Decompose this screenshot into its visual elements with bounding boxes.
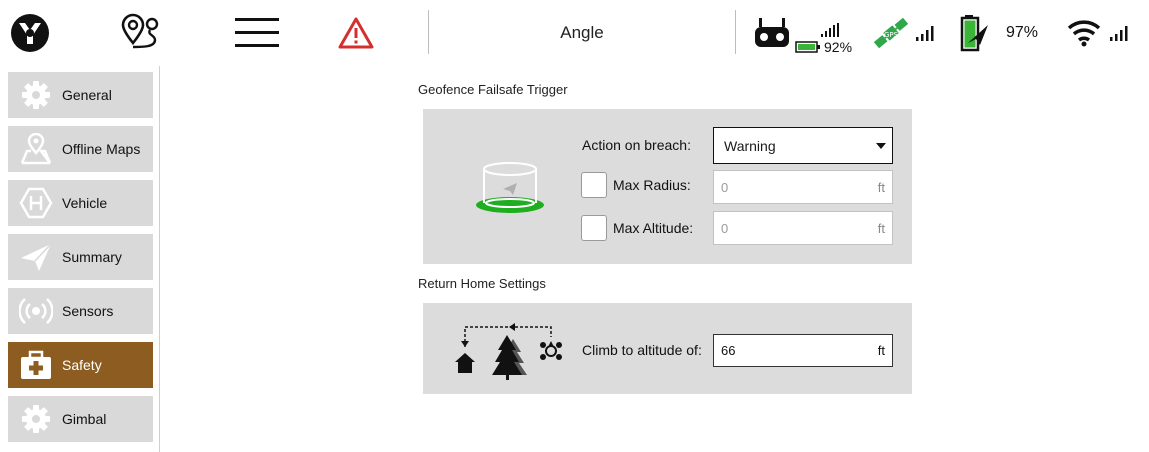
max-altitude-label: Max Altitude: — [613, 220, 694, 236]
first-aid-icon — [18, 347, 54, 383]
sidebar-item-safety[interactable]: Safety — [8, 342, 153, 388]
max-radius-checkbox[interactable] — [581, 172, 607, 198]
gear-icon — [18, 77, 54, 113]
return-home-section-title: Return Home Settings — [418, 276, 546, 291]
dropdown-caret-icon — [876, 142, 886, 149]
max-radius-field[interactable]: 0 ft — [713, 170, 893, 204]
route-pin-icon — [121, 13, 159, 49]
sidebar-divider — [159, 66, 160, 452]
max-altitude-checkbox[interactable] — [581, 215, 607, 241]
rc-status-group: 92% — [795, 0, 855, 66]
vehicle-battery-icon[interactable] — [958, 0, 992, 66]
warning-button[interactable] — [336, 0, 376, 66]
gear-icon — [18, 401, 54, 437]
toolbar-divider — [428, 10, 429, 54]
map-icon — [18, 131, 54, 167]
sidebar-item-summary[interactable]: Summary — [8, 234, 153, 280]
warning-triangle-icon — [338, 17, 374, 49]
sidebar-item-general[interactable]: General — [8, 72, 153, 118]
sensors-icon — [18, 293, 54, 329]
climb-altitude-label: Climb to altitude of: — [582, 342, 702, 358]
sidebar-item-sensors[interactable]: Sensors — [8, 288, 153, 334]
rc-battery-icon — [795, 41, 820, 53]
vehicle-icon — [18, 185, 54, 221]
vehicle-battery-percent-container: 97% — [1000, 0, 1044, 66]
max-altitude-value: 0 — [721, 220, 729, 236]
toolbar-divider — [735, 10, 736, 54]
return-home-panel: Climb to altitude of: 66 ft — [423, 303, 912, 394]
geofence-section-title: Geofence Failsafe Trigger — [418, 82, 568, 97]
action-on-breach-value: Warning — [724, 137, 776, 154]
sidebar-item-label: Summary — [62, 249, 122, 265]
climb-altitude-unit: ft — [877, 343, 885, 358]
flight-mode-selector[interactable]: Angle — [430, 0, 734, 66]
hamburger-menu-icon — [235, 18, 279, 47]
app-logo-button[interactable] — [8, 0, 52, 66]
qgc-logo-icon — [11, 14, 49, 52]
rc-battery-percent: 92% — [824, 39, 853, 55]
sidebar-item-vehicle[interactable]: Vehicle — [8, 180, 153, 226]
menu-button[interactable] — [232, 0, 282, 66]
sidebar-item-label: General — [62, 87, 112, 103]
settings-sidebar: General Offline Maps Vehicle Summary Sen… — [0, 66, 160, 452]
wifi-signal-bars-icon — [1106, 0, 1136, 66]
toolbar: Angle 92% GPS 97% — [0, 0, 1149, 66]
svg-text:GPS: GPS — [884, 31, 899, 39]
sidebar-item-gimbal[interactable]: Gimbal — [8, 396, 153, 442]
sidebar-item-label: Sensors — [62, 303, 114, 319]
climb-altitude-field[interactable]: 66 ft — [713, 334, 893, 367]
paper-plane-icon — [18, 239, 54, 275]
action-on-breach-label: Action on breach: — [582, 137, 691, 153]
geofence-illustration-icon — [473, 159, 547, 222]
rc-remote-icon[interactable] — [752, 0, 792, 66]
max-radius-value: 0 — [721, 179, 729, 195]
wifi-icon[interactable] — [1066, 0, 1102, 66]
return-home-illustration-icon — [451, 317, 563, 386]
max-altitude-unit: ft — [877, 220, 885, 236]
sidebar-item-label: Safety — [62, 357, 102, 373]
action-on-breach-dropdown[interactable]: Warning — [713, 127, 893, 164]
sidebar-item-label: Offline Maps — [62, 141, 141, 157]
max-radius-label: Max Radius: — [613, 177, 691, 193]
gps-satellite-icon[interactable]: GPS — [870, 0, 912, 66]
gps-signal-bars-icon — [912, 0, 942, 66]
rc-signal-bars-icon — [821, 23, 839, 37]
vehicle-battery-percent: 97% — [1005, 24, 1039, 41]
sidebar-item-label: Vehicle — [62, 195, 108, 211]
plan-view-button[interactable] — [118, 0, 166, 66]
climb-altitude-value: 66 — [721, 343, 736, 358]
sidebar-item-offline-maps[interactable]: Offline Maps — [8, 126, 153, 172]
max-radius-unit: ft — [877, 179, 885, 195]
max-altitude-field[interactable]: 0 ft — [713, 211, 893, 245]
sidebar-item-label: Gimbal — [62, 411, 107, 427]
